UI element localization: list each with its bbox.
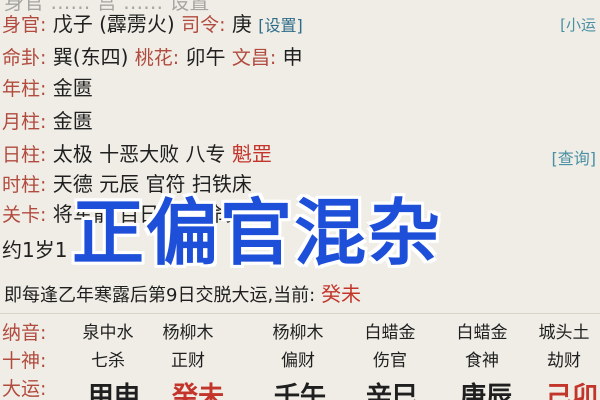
query-button[interactable]: [查询]	[552, 145, 597, 169]
nian-zhu-label: 年柱:	[2, 78, 47, 100]
yue-line-text: 约1岁1	[2, 238, 68, 262]
taohua-value: 卯午	[185, 45, 226, 69]
nayin-cell-3: 杨柳木	[272, 323, 324, 343]
nayin-row: 纳音: 泉中水 杨柳木 杨柳木 白蜡金 白蜡金 城头土	[0, 318, 600, 346]
nayin-cell-6: 城头土	[538, 323, 590, 343]
ri-zhu-v4: 魁罡	[231, 142, 272, 166]
nayin-label: 纳音:	[2, 322, 47, 344]
shishen-row: 十神: 七杀 正财 偏财 伤官 食神 劫财	[0, 346, 600, 374]
ri-zhu-v1: 太极	[52, 142, 93, 166]
bazi-screen: 身官 …… 宫 …… 设置 身官: 戊子 (霹雳火) 司令: 庚 [设置] [小…	[0, 0, 600, 400]
ri-zhu-label: 日柱:	[2, 144, 47, 166]
ming-gua-value: 巽(东四)	[52, 45, 129, 69]
wenchang-label: 文昌:	[231, 47, 277, 69]
dayun-cell-1: 甲申	[88, 382, 141, 400]
jiao-line-text: 即每逢乙年寒露后第9日交脱大运,当前:	[4, 285, 316, 306]
shishen-cell-1: 七杀	[91, 351, 125, 371]
nayin-cell-2: 杨柳木	[162, 323, 214, 343]
shishen-cell-4: 伤官	[373, 351, 407, 371]
shen-guan-value: 戊子 (霹雳火)	[52, 12, 175, 36]
shishen-cell-2: 正财	[171, 351, 205, 371]
yue-zhu-value: 金匮	[52, 109, 93, 133]
wenchang-value: 申	[282, 45, 303, 69]
dayun-label: 大运:	[2, 378, 47, 400]
dayun-cell-3: 壬午	[274, 382, 327, 400]
yue-zhu-label: 月柱:	[2, 111, 47, 133]
shen-guan-label: 身官:	[2, 14, 47, 36]
siling-value: 庚	[231, 12, 252, 36]
shishen-cell-3: 偏财	[281, 351, 315, 371]
nayin-cell-1: 泉中水	[82, 323, 134, 343]
title-banner: 正偏官混杂	[72, 191, 443, 275]
shi-zhu-label: 时柱:	[2, 174, 47, 196]
dayun-cell-5: 庚辰	[460, 382, 513, 400]
shishen-cell-5: 食神	[465, 351, 499, 371]
nayin-cell-4: 白蜡金	[364, 323, 416, 343]
ri-zhu-v2: 十恶大败	[99, 142, 180, 166]
yue-zhu-row: 月柱: 金匮	[2, 109, 93, 134]
ri-zhu-v3: 八专	[185, 142, 226, 166]
siling-label: 司令:	[181, 14, 226, 36]
nayin-cell-5: 白蜡金	[456, 323, 508, 343]
ming-gua-row: 命卦: 巽(东四) 桃花: 卯午 文昌: 申	[2, 45, 303, 70]
nian-zhu-value: 金匮	[52, 76, 93, 100]
ri-zhu-row: 日柱: 太极 十恶大败 八专 魁罡	[2, 142, 272, 167]
jiao-line: 即每逢乙年寒露后第9日交脱大运,当前: 癸未	[4, 282, 361, 308]
taohua-label: 桃花:	[134, 47, 180, 69]
shishen-cell-6: 劫财	[547, 351, 581, 371]
dayun-cell-6: 己卯	[546, 382, 599, 400]
nian-zhu-row: 年柱: 金匮	[2, 76, 93, 101]
ming-gua-label: 命卦:	[2, 47, 47, 69]
shen-guan-row: 身官: 戊子 (霹雳火) 司令: 庚 [设置]	[2, 12, 303, 38]
set-button[interactable]: [设置]	[258, 16, 303, 35]
shishen-label: 十神:	[2, 350, 47, 372]
guan-ka-label: 关卡:	[2, 204, 47, 226]
current-dayun: 癸未	[320, 282, 361, 306]
divider	[0, 313, 600, 314]
dayun-cell-4: 辛巳	[366, 382, 419, 400]
yue-line: 约1岁1	[2, 238, 67, 262]
dayun-row: 大运: 甲申 癸未 壬午 辛巳 庚辰 己卯	[0, 374, 600, 400]
dayun-cell-2: 癸未	[172, 382, 225, 400]
xiaoyun-link[interactable]: [小运	[560, 14, 596, 35]
